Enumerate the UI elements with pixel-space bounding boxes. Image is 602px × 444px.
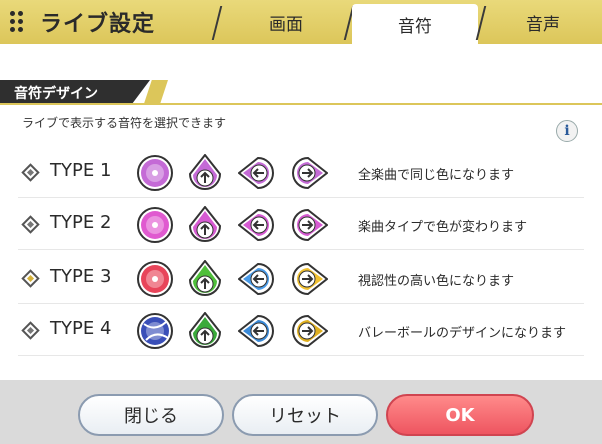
arrow-left-note-icon [238,206,276,244]
section-underline [0,103,602,105]
tab-notes[interactable]: 音符 [352,4,478,44]
type-label: TYPE 3 [50,266,112,287]
type-radio-icon[interactable] [21,321,40,340]
row-divider [18,303,584,304]
close-button[interactable]: 閉じる [78,394,224,436]
row-divider [18,249,584,250]
page-title: ライブ設定 [40,12,156,37]
arrow-left-note-icon [238,260,276,298]
type-description: 楽曲タイプで色が変わります [358,220,528,235]
menu-grip-icon[interactable] [10,11,24,33]
section-title: 音符デザイン [14,86,98,102]
note-type-row[interactable]: TYPE 2 楽曲タイプで色が変わります [0,202,602,246]
arrow-right-note-icon [290,260,328,298]
arrow-right-note-icon [290,154,328,192]
tab-divider [211,6,223,40]
tab-sound[interactable]: 音声 [484,0,602,44]
tap-note-icon [136,312,174,350]
note-type-row[interactable]: TYPE 3 視認性の高い色になります [0,256,602,300]
section-description: ライブで表示する音符を選択できます [22,116,227,130]
type-label: TYPE 4 [50,318,112,339]
reset-button[interactable]: リセット [232,394,378,436]
note-type-row[interactable]: TYPE 1 全楽曲で同じ色になります [0,150,602,194]
arrow-up-note-icon [186,312,224,350]
header-bar: ライブ設定 画面 音符 音声 [0,0,602,44]
arrow-up-note-icon [186,206,224,244]
tap-note-icon [136,206,174,244]
section-heading: 音符デザイン [0,80,150,104]
type-label: TYPE 1 [50,160,112,181]
ok-button[interactable]: OK [386,394,534,436]
type-label: TYPE 2 [50,212,112,233]
tap-note-icon [136,154,174,192]
info-button[interactable]: i [556,120,578,142]
arrow-left-note-icon [238,312,276,350]
type-radio-icon[interactable] [21,215,40,234]
arrow-up-note-icon [186,260,224,298]
arrow-left-note-icon [238,154,276,192]
type-description: 全楽曲で同じ色になります [358,168,515,183]
type-radio-icon[interactable] [21,269,40,288]
row-divider [18,355,584,356]
note-type-row[interactable]: TYPE 4 バレーボールのデザインになります [0,308,602,352]
arrow-right-note-icon [290,312,328,350]
type-radio-icon[interactable] [21,163,40,182]
type-description: 視認性の高い色になります [358,274,515,289]
tab-screen[interactable]: 画面 [222,0,350,44]
tap-note-icon [136,260,174,298]
row-divider [18,197,584,198]
arrow-right-note-icon [290,206,328,244]
arrow-up-note-icon [186,154,224,192]
type-description: バレーボールのデザインになります [358,326,567,341]
